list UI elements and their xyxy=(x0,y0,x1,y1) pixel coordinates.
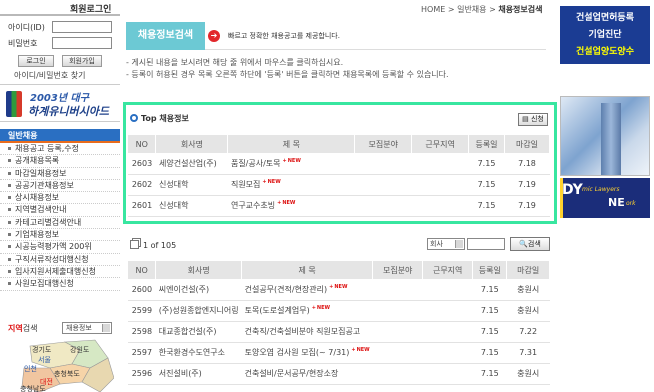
pages-icon xyxy=(130,240,139,249)
breadcrumb-home[interactable]: HOME xyxy=(421,5,445,14)
building-image xyxy=(601,103,621,175)
menu-item[interactable]: 상시채용정보 xyxy=(0,192,120,205)
bullet-icon xyxy=(8,269,11,273)
breadcrumb: HOME > 일반채용 > 채용정보검색 xyxy=(421,5,543,14)
search-icon: 🔍 xyxy=(519,240,528,248)
map-label: 충청북도 xyxy=(54,369,80,378)
search-input[interactable] xyxy=(467,238,505,250)
password-input[interactable] xyxy=(52,37,112,49)
universiade-banner[interactable]: 2003년 대구 하계유니버시아드 xyxy=(0,84,120,122)
guide-text: - 게시된 내용을 보시려면 해당 줄 위에서 마우스를 클릭하십시요. xyxy=(126,58,344,67)
bullet-icon xyxy=(8,208,11,212)
universiade-name: 하계유니버시아드 xyxy=(28,105,109,118)
bullet-icon xyxy=(8,159,11,163)
table-row[interactable]: 2599(주)성원종합엔지니어링토목(도로설계업무)NEW7.15충원시 xyxy=(128,300,550,322)
join-button[interactable]: 회원가입 xyxy=(62,55,102,67)
search-field-select[interactable]: 회사 xyxy=(427,238,465,250)
table-row[interactable]: 2600씨엔이건설(주)건설공무(견적/현장관리)NEW7.15충원시 xyxy=(128,279,550,301)
menu-item[interactable]: 지역별검색안내 xyxy=(0,204,120,217)
document-icon: ▤ xyxy=(522,115,529,123)
login-button[interactable]: 로그인 xyxy=(18,55,54,67)
bullet-icon xyxy=(8,257,11,261)
region-search: 지역검색 채용정보 xyxy=(0,320,120,336)
table-header: NO 회사명 제 목 모집분야 근무지역 등록일 마감일 xyxy=(128,135,551,153)
bullet-icon xyxy=(8,147,11,150)
apply-button[interactable]: ▤ 신청 xyxy=(518,113,548,126)
map-label: 인천 xyxy=(24,364,37,373)
ad-banner-license[interactable]: 건설업면허등록 기업진단 건설업양도양수 xyxy=(560,6,650,64)
menu-item[interactable]: 사원모집대행신청 xyxy=(0,278,120,291)
new-badge: NEW xyxy=(351,347,370,353)
top-jobs-title: Top 채용정보 xyxy=(130,113,189,124)
new-badge: NEW xyxy=(277,200,295,206)
new-badge: NEW xyxy=(312,305,330,311)
new-badge: NEW xyxy=(329,284,347,290)
table-row[interactable]: 2603세양건설산업(주)품질/공사/토목NEW7.157.18 xyxy=(128,153,550,175)
map-label: 강원도 xyxy=(70,345,90,354)
id-label: 아이디(ID) xyxy=(8,23,45,32)
menu-item[interactable]: 마감일채용정보 xyxy=(0,168,120,180)
table-row[interactable]: 2601신성대학연구교수초빙NEW7.157.19 xyxy=(128,195,550,217)
bullet-icon xyxy=(8,183,11,187)
bullet-icon xyxy=(8,282,11,286)
page-info: 1 of 105 xyxy=(130,240,176,250)
table-header: NO 회사명 제 목 모집분야 근무지역 등록일 마감일 xyxy=(128,261,550,279)
side-menu: 일반채용 채용공고 등록,수정 공개채용목록 마감일채용정보 공공기관채용정보 … xyxy=(0,129,120,291)
chevron-down-icon xyxy=(455,240,463,248)
page-header: 채용정보검색 ➔ 빠르고 정확한 채용공고를 제공합니다. xyxy=(126,22,546,50)
menu-header[interactable]: 일반채용 xyxy=(0,129,120,143)
ad-banner-lawyers[interactable]: DY mic Lawyers NE ork xyxy=(560,178,650,218)
guide-text: - 등록이 허용된 경우 목록 오른쪽 하단에 '등록' 버튼을 클릭하면 채용… xyxy=(126,70,449,79)
page-title: 채용정보검색 xyxy=(126,22,205,50)
menu-item[interactable]: 구직서류작성대행신청 xyxy=(0,254,120,266)
menu-item[interactable]: 공공기관채용정보 xyxy=(0,180,120,193)
universiade-year: 2003년 대구 xyxy=(30,93,89,104)
bullet-icon xyxy=(8,245,11,249)
menu-item[interactable]: 공개채용목록 xyxy=(0,155,120,168)
map-label: 서울 xyxy=(38,355,51,364)
menu-item[interactable]: 기업채용정보 xyxy=(0,229,120,242)
bullet-icon xyxy=(8,233,11,237)
left-sidebar: 회원로그인 아이디(ID) 비밀번호 로그인 회원가입 아이디/비밀번호 찾기 … xyxy=(0,0,120,392)
menu-item[interactable]: 카테고리별검색안내 xyxy=(0,217,120,230)
new-badge: NEW xyxy=(262,179,281,185)
find-account-link[interactable]: 아이디/비밀번호 찾기 xyxy=(14,70,85,81)
divider xyxy=(0,14,120,16)
map-label: 경기도 xyxy=(32,345,52,354)
arrow-right-icon: ➔ xyxy=(208,30,220,42)
top-jobs-table: NO 회사명 제 목 모집분야 근무지역 등록일 마감일 2603 세양건설산업(주) 품질/공… xyxy=(128,135,551,217)
menu-item[interactable]: 입사지원서제출대행신청 xyxy=(0,266,120,279)
bullet-circle-icon xyxy=(130,114,138,122)
new-badge: NEW xyxy=(283,158,301,164)
region-select[interactable]: 채용정보 xyxy=(62,322,112,334)
table-row[interactable]: 2602신성대학직원모집NEW7.157.19 xyxy=(128,174,550,196)
page-description: 빠르고 정확한 채용공고를 제공합니다. xyxy=(228,32,340,40)
bullet-icon xyxy=(8,196,11,200)
region-label: 지역검색 xyxy=(8,324,38,333)
password-label: 비밀번호 xyxy=(8,39,38,48)
table-row[interactable]: 2598 대교종합건설(주) 건축직/건축설비분야 직원모집공고 7.15 7.22 xyxy=(128,321,550,343)
breadcrumb-current: 채용정보검색 xyxy=(498,5,543,14)
menu-item[interactable]: 채용공고 등록,수정 xyxy=(0,143,120,156)
search-button[interactable]: 🔍검색 xyxy=(510,237,550,251)
id-input[interactable] xyxy=(52,21,112,33)
region-map[interactable]: 경기도 강원도 서울 인천 충청북도 대전 충청남도 xyxy=(10,338,114,392)
bullet-icon xyxy=(8,220,11,224)
breadcrumb-parent[interactable]: 일반채용 xyxy=(457,5,486,14)
universiade-logo-icon xyxy=(6,91,22,117)
job-list-table: NO 회사명 제 목 모집분야 근무지역 등록일 마감일 2600 씨엔이건설(주) 건설공무(… xyxy=(128,261,550,385)
table-row[interactable]: 2597한국환경수도연구소토양오염 검사원 모집(~ 7/31)NEW7.157… xyxy=(128,342,550,364)
map-label: 충청남도 xyxy=(20,384,46,392)
menu-item[interactable]: 시공능력평가액 200위 xyxy=(0,241,120,254)
bullet-icon xyxy=(8,171,11,175)
ad-banner-building[interactable] xyxy=(560,96,650,176)
chevron-down-icon xyxy=(102,324,110,332)
table-row[interactable]: 2596 서진설비(주) 건축설비/문서공무/현장소장 7.15 충원시 xyxy=(128,363,550,385)
